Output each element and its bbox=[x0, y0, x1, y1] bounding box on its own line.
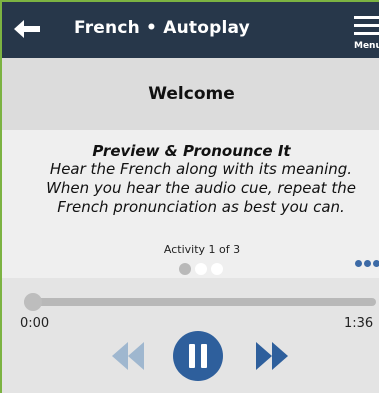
menu-button[interactable]: Menu bbox=[354, 16, 379, 56]
forward-button[interactable] bbox=[252, 338, 292, 374]
rewind-icon bbox=[112, 342, 144, 370]
audio-player: 0:00 1:36 bbox=[2, 278, 379, 393]
activity-description: Hear the French along with its meaning. … bbox=[46, 160, 356, 216]
pager-dot-1[interactable] bbox=[179, 263, 191, 275]
app-frame: French • Autoplay Menu Welcome Preview &… bbox=[0, 0, 379, 393]
welcome-title: Welcome bbox=[148, 84, 235, 104]
more-options-icon[interactable] bbox=[355, 260, 379, 268]
pager-dot-3[interactable] bbox=[211, 263, 223, 275]
fast-forward-icon bbox=[256, 342, 288, 370]
activity-heading: Preview & Pronounce It bbox=[92, 142, 291, 160]
rewind-button[interactable] bbox=[108, 338, 148, 374]
pause-icon bbox=[173, 331, 223, 381]
progress-thumb[interactable] bbox=[24, 293, 42, 311]
pager-dot-2[interactable] bbox=[195, 263, 207, 275]
back-arrow-icon bbox=[14, 20, 40, 38]
page-title: French • Autoplay bbox=[74, 18, 250, 38]
pause-button[interactable] bbox=[172, 330, 224, 382]
back-button[interactable] bbox=[12, 16, 42, 42]
total-duration: 1:36 bbox=[344, 316, 374, 331]
progress-track[interactable] bbox=[24, 298, 376, 306]
activity-card: Preview & Pronounce It Hear the French a… bbox=[2, 130, 379, 278]
welcome-section: Welcome bbox=[2, 58, 379, 130]
elapsed-time: 0:00 bbox=[20, 316, 50, 331]
activity-progress-label: Activity 1 of 3 bbox=[163, 243, 241, 256]
top-bar: French • Autoplay Menu bbox=[2, 2, 379, 58]
menu-label: Menu bbox=[354, 41, 379, 51]
